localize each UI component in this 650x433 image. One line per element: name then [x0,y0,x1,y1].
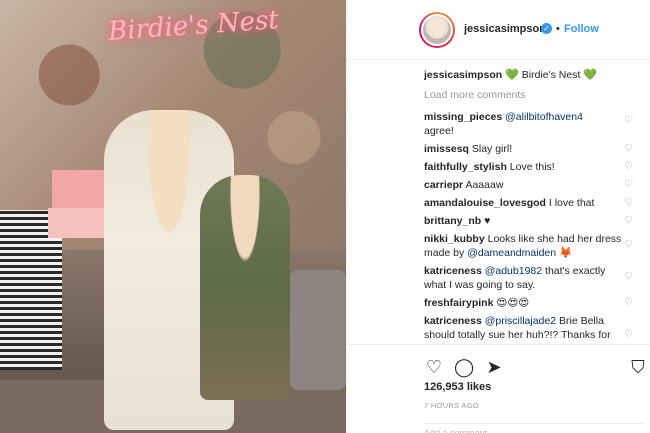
like-comment-heart-icon[interactable]: ♡ [624,162,634,172]
comment-username[interactable]: freshfairypink [424,297,493,309]
comment-username[interactable]: nikki_kubby [424,233,485,245]
comment-username[interactable]: faithfully_stylish [424,161,507,173]
comment-username[interactable]: brittany_nb [424,215,481,227]
comment-username[interactable]: imissesq [424,143,469,155]
like-comment-heart-icon[interactable]: ♡ [624,180,634,190]
chair [290,270,346,390]
comment-text: I love that [548,197,595,209]
comment-bubble-icon[interactable]: ◯ [454,357,474,377]
likes-count[interactable]: 126,953 likes [424,381,491,393]
follow-button[interactable]: Follow [564,23,599,35]
like-comment-heart-icon[interactable]: ♡ [624,272,634,282]
caption: jessicasimpson 💚 Birdie's Nest 💚 [424,68,597,81]
like-comment-heart-icon[interactable]: ♡ [624,144,634,154]
comment-username[interactable]: carriepr [424,179,463,191]
avatar-ring[interactable] [419,12,455,48]
comment-username[interactable]: katriceness [424,265,482,277]
caption-username[interactable]: jessicasimpson [424,69,502,81]
comment-mention[interactable]: @priscillajade2 [485,315,556,327]
comment-item: katriceness @adub1982 that's exactly wha… [424,264,624,292]
bookmark-icon[interactable]: ⛉ [628,357,648,377]
comment-text: ♥ [484,215,491,227]
post-footer: ♡ ◯ ➤ ⛉ 126,953 likes 7 HOURS AGO Add a … [347,344,650,433]
comment-username[interactable]: katriceness [424,315,482,327]
instagram-post: Birdie's Nest jessicasimpson ✓ • Follow … [0,0,650,433]
like-comment-heart-icon[interactable]: ♡ [624,216,634,226]
comment-item: carriepr Aaaaaw [424,178,624,192]
comment-mention[interactable]: @alilbitofhaven4 [505,111,583,123]
like-heart-icon[interactable]: ♡ [424,357,444,377]
like-comment-heart-icon[interactable]: ♡ [624,116,634,126]
separator-dot: • [556,23,560,35]
comment-item: katriceness @priscillajade2 Brie Bella s… [424,314,624,344]
post-photo[interactable]: Birdie's Nest [0,0,346,433]
comment-username[interactable]: missing_pieces [424,111,502,123]
load-more-comments-button[interactable]: Load more comments [424,89,526,101]
comment-mention[interactable]: @dameandmaiden [467,247,556,259]
like-comment-heart-icon[interactable]: ♡ [624,330,634,340]
caption-text: Birdie's Nest [521,69,581,81]
comment-text: Aaaaaw [465,179,504,191]
green-heart-icon: 💚 [505,69,519,81]
comment-item: brittany_nb ♥ [424,214,624,228]
green-heart-icon: 💚 [583,69,597,81]
post-timestamp: 7 HOURS AGO [424,401,479,410]
comments-list: jessicasimpson 💚 Birdie's Nest 💚 Load mo… [424,68,644,344]
comment-text: Slay girl! [471,143,513,155]
comment-username[interactable]: amandalouise_lovesgod [424,197,546,209]
fox-emoji-icon: 🦊 [559,247,573,259]
post-header: jessicasimpson ✓ • Follow [347,0,650,60]
post-side-panel: jessicasimpson ✓ • Follow jessicasimpson… [346,0,650,433]
comment-item: amandalouise_lovesgod I love that [424,196,624,210]
comment-text: 😍😍😍 [496,297,530,309]
comment-item: faithfully_stylish Love this! [424,160,624,174]
like-comment-heart-icon[interactable]: ♡ [624,298,634,308]
verified-badge-icon: ✓ [541,23,552,34]
avatar[interactable] [421,14,453,46]
like-comment-heart-icon[interactable]: ♡ [624,198,634,208]
like-comment-heart-icon[interactable]: ♡ [624,240,634,250]
girl-in-floral-dress [200,175,290,400]
comment-text: agree! [424,125,454,137]
comment-item: missing_pieces @alilbitofhaven4 agree! [424,110,624,138]
comment-item: freshfairypink 😍😍😍 [424,296,624,310]
comment-item: nikki_kubby Looks like she had her dress… [424,232,624,260]
pink-gift-box-2 [48,208,108,238]
comment-text: Love this! [509,161,555,173]
comment-mention[interactable]: @adub1982 [485,265,542,277]
share-paper-plane-icon[interactable]: ➤ [484,357,504,377]
comment-item: imissesq Slay girl! [424,142,624,156]
add-comment-input[interactable]: Add a comment... [424,423,644,433]
header-username[interactable]: jessicasimpson [464,23,546,35]
